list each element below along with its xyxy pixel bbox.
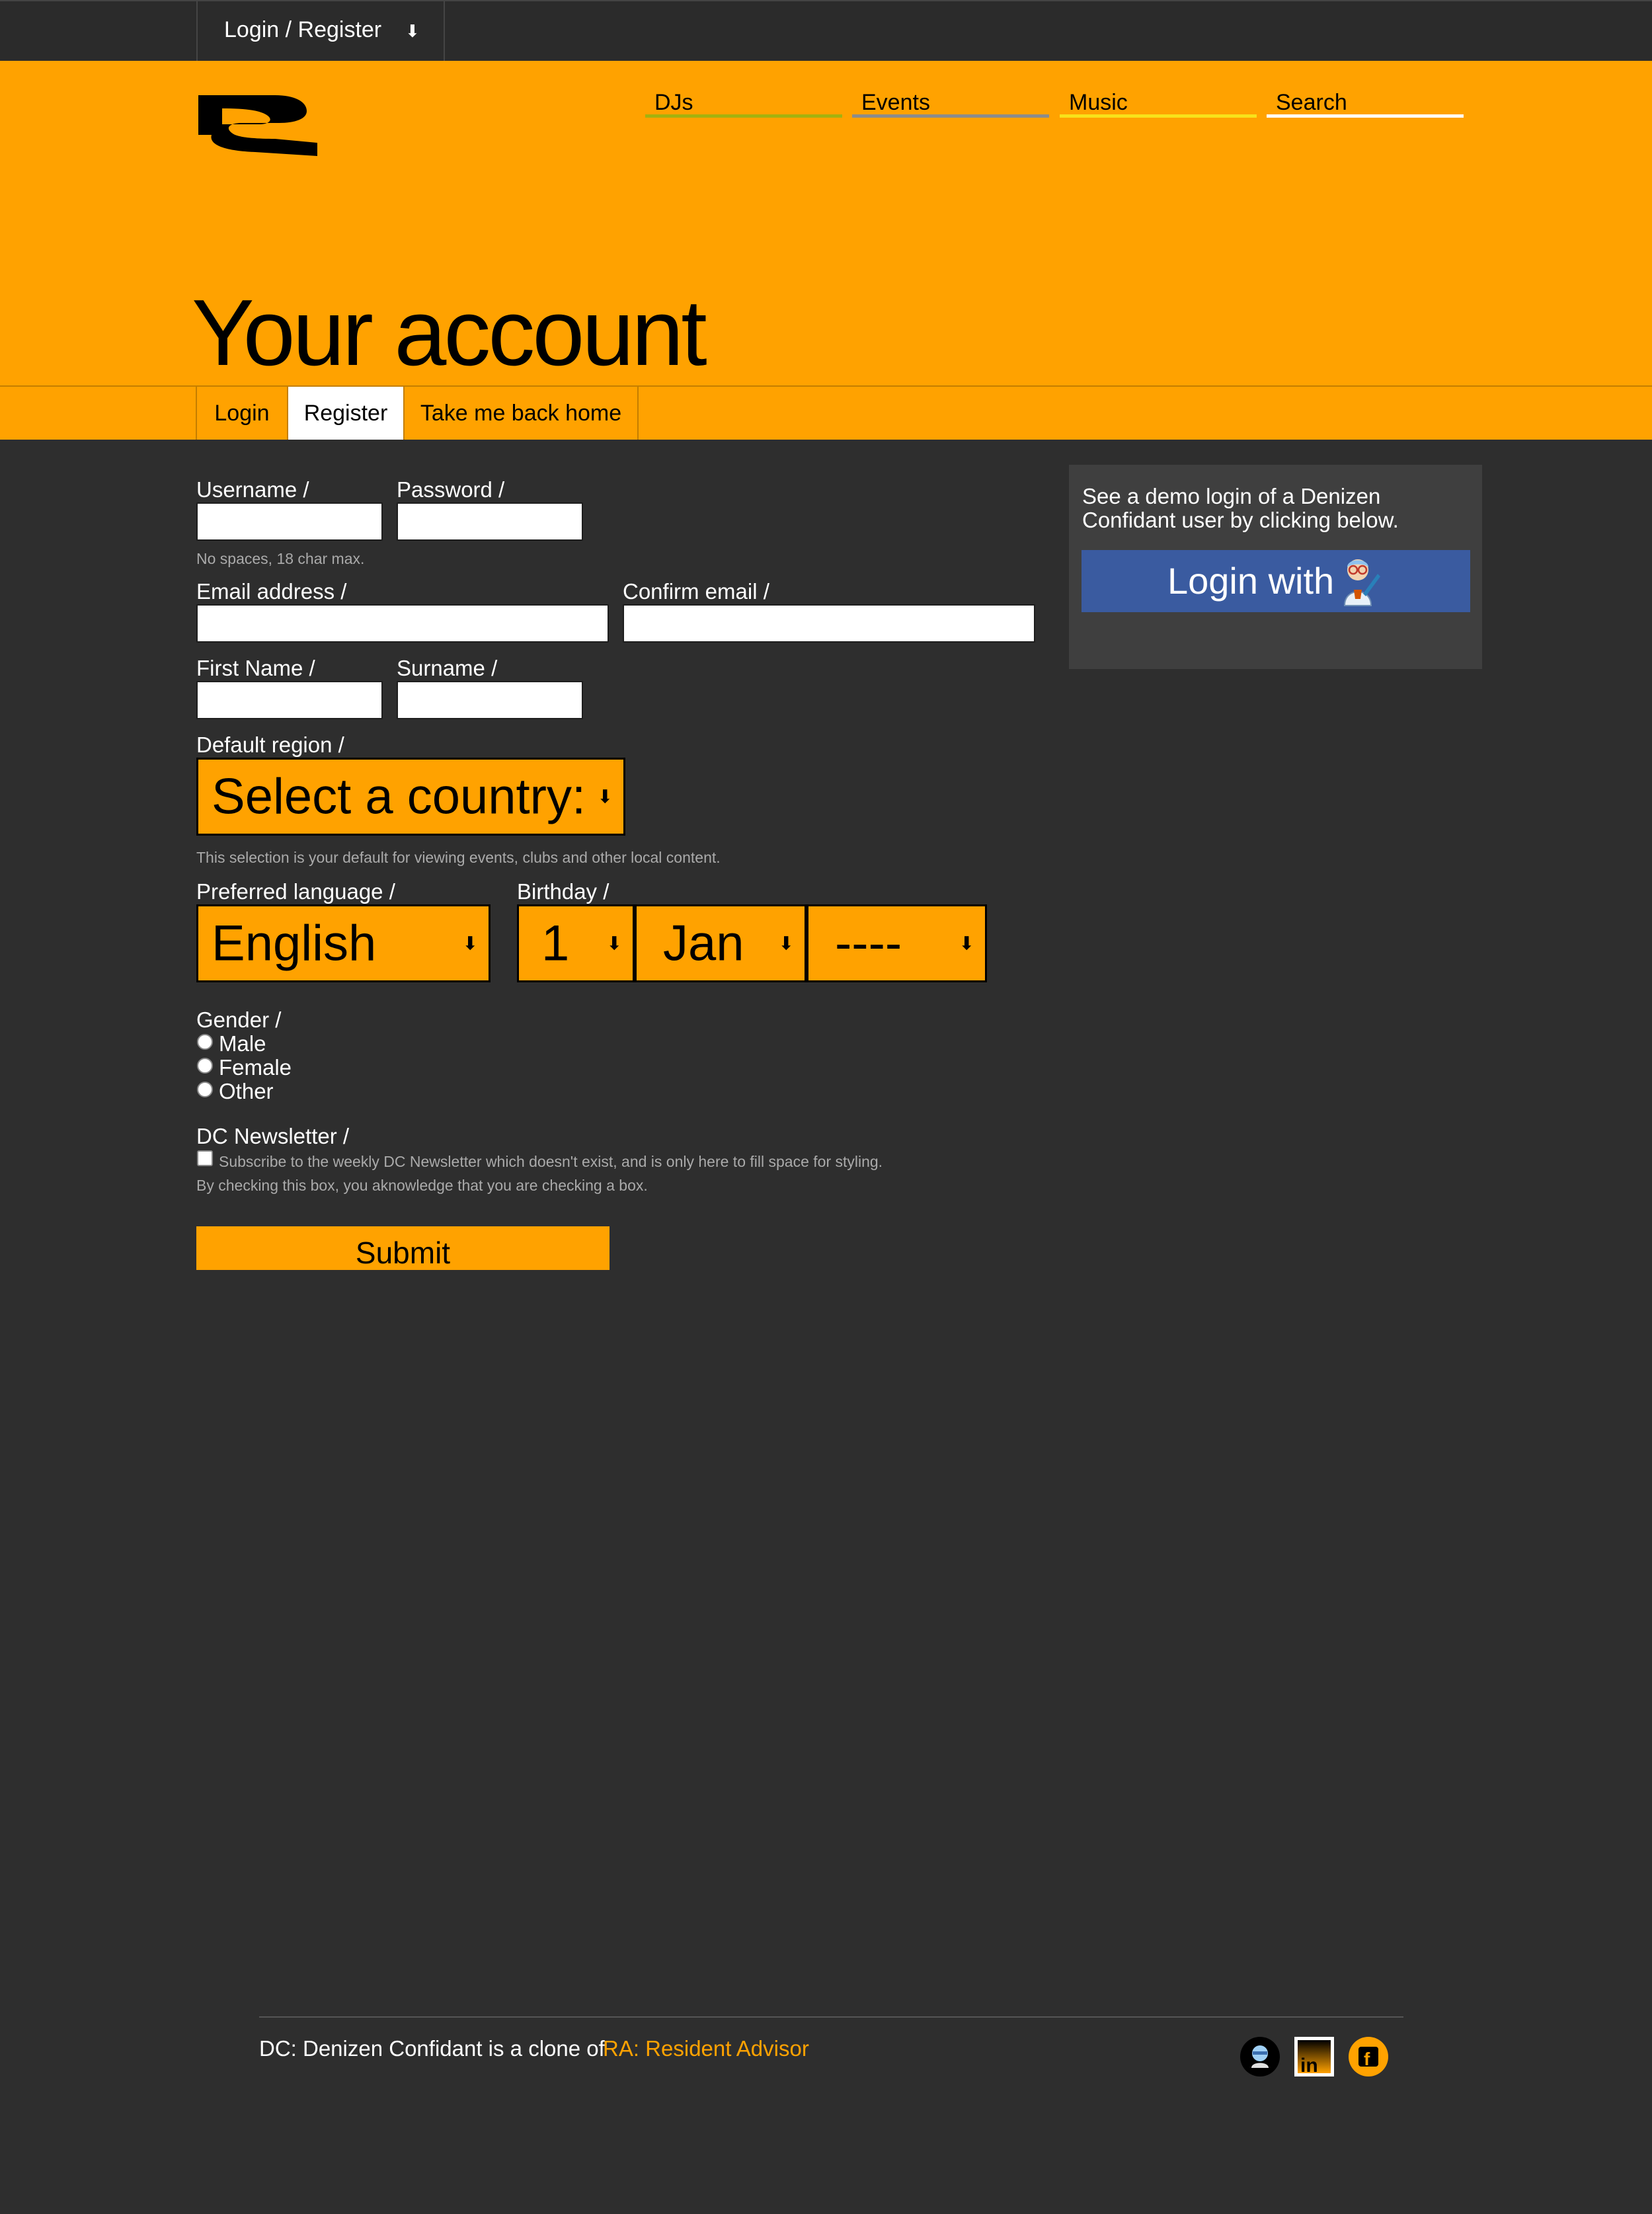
arrow-down-icon: ⬇: [462, 933, 478, 954]
birthday-month-value: Jan: [663, 915, 744, 972]
arrow-down-icon: ⬇: [405, 21, 420, 41]
demo-login-panel: See a demo login of a Denizen Confidant …: [1069, 465, 1482, 669]
language-value: English: [212, 915, 377, 972]
page-title: Your account: [192, 280, 707, 385]
nav-music[interactable]: Music: [1060, 87, 1257, 118]
dc-logo[interactable]: [196, 93, 317, 156]
region-label: Default region /: [196, 732, 344, 757]
email-input[interactable]: [196, 604, 609, 643]
birthday-label: Birthday /: [517, 879, 610, 904]
footer-divider: [259, 2016, 1403, 2018]
email-label: Email address /: [196, 579, 347, 604]
first-name-label: First Name /: [196, 656, 315, 680]
tab-home[interactable]: Take me back home: [403, 387, 639, 440]
password-label: Password /: [397, 477, 505, 502]
confirm-email-label: Confirm email /: [623, 579, 769, 604]
login-register-label: Login / Register: [224, 17, 382, 42]
demo-login-text: See a demo login of a Denizen Confidant …: [1082, 484, 1399, 532]
submit-button[interactable]: Submit: [196, 1226, 610, 1270]
language-select[interactable]: English ⬇: [196, 904, 491, 982]
password-input[interactable]: [397, 502, 583, 541]
gender-label: Gender /: [196, 1008, 282, 1032]
avatar-icon: [1343, 559, 1380, 606]
birthday-year-select[interactable]: ---- ⬇: [806, 904, 987, 982]
nav-djs[interactable]: DJs: [645, 87, 842, 118]
gender-female-label: Female: [219, 1055, 292, 1080]
gender-other-label: Other: [219, 1079, 274, 1103]
facebook-icon[interactable]: f: [1348, 2036, 1389, 2077]
nav-events[interactable]: Events: [852, 87, 1049, 118]
birthday-day-value: 1: [541, 915, 570, 972]
newsletter-text: Subscribe to the weekly DC Newsletter wh…: [219, 1153, 883, 1170]
footer-text: DC: Denizen Confidant is a clone of: [259, 2036, 605, 2061]
birthday-day-select[interactable]: 1 ⬇: [517, 904, 635, 982]
nav-search[interactable]: Search: [1267, 87, 1464, 118]
gender-male-label: Male: [219, 1031, 266, 1056]
username-hint: No spaces, 18 char max.: [196, 550, 365, 567]
arrow-down-icon: ⬇: [778, 933, 794, 954]
gender-male-radio[interactable]: [197, 1034, 213, 1050]
svg-text:in: in: [1300, 2055, 1318, 2076]
gender-other-radio[interactable]: [197, 1082, 213, 1097]
arrow-down-icon: ⬇: [597, 786, 613, 807]
surname-label: Surname /: [397, 656, 498, 680]
demo-login-button[interactable]: Login with: [1082, 550, 1470, 612]
confirm-email-input[interactable]: [623, 604, 1035, 643]
top-bar: Login / Register ⬇: [0, 0, 1652, 62]
svg-text:f: f: [1364, 2049, 1370, 2069]
username-label: Username /: [196, 477, 309, 502]
birthday-year-value: ----: [835, 915, 902, 972]
first-name-input[interactable]: [196, 681, 383, 719]
tab-login[interactable]: Login: [196, 387, 287, 440]
arrow-down-icon: ⬇: [959, 933, 974, 954]
tab-register[interactable]: Register: [287, 387, 403, 440]
demo-login-label: Login with: [1167, 560, 1335, 602]
arrow-down-icon: ⬇: [606, 933, 622, 954]
region-value: Select a country:: [212, 768, 586, 825]
username-input[interactable]: [196, 502, 383, 541]
gender-female-radio[interactable]: [197, 1058, 213, 1074]
birthday-month-select[interactable]: Jan ⬇: [635, 904, 806, 982]
language-label: Preferred language /: [196, 879, 395, 904]
footer-ra-link[interactable]: RA: Resident Advisor: [603, 2036, 809, 2061]
newsletter-label: DC Newsletter /: [196, 1124, 350, 1148]
surname-input[interactable]: [397, 681, 583, 719]
newsletter-note: By checking this box, you aknowledge tha…: [196, 1177, 648, 1194]
github-icon[interactable]: [1239, 2036, 1280, 2077]
region-select[interactable]: Select a country: ⬇: [196, 758, 625, 836]
linkedin-icon[interactable]: in: [1294, 2036, 1335, 2077]
site-header: DJs Events Music Search Your account: [0, 61, 1652, 439]
region-hint: This selection is your default for viewi…: [196, 849, 721, 866]
account-tabs: Login Register Take me back home: [0, 385, 1652, 440]
newsletter-checkbox[interactable]: [197, 1150, 213, 1166]
login-register-dropdown[interactable]: Login / Register ⬇: [196, 1, 445, 62]
